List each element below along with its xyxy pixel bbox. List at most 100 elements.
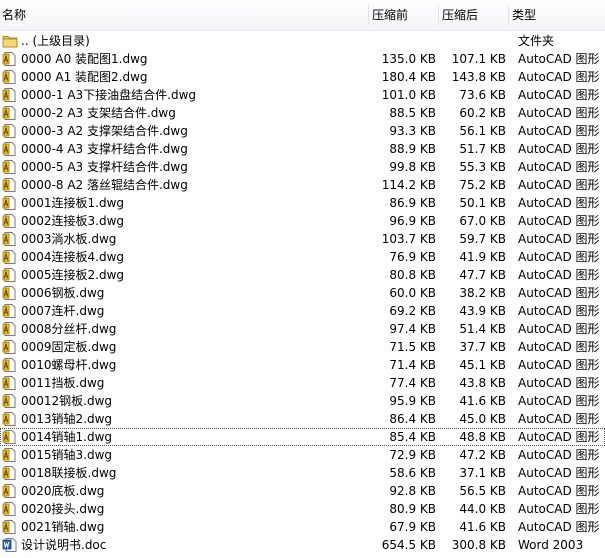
autocad-file-icon [2,375,18,391]
file-row[interactable]: 0001连接板1.dwg 86.9 KB 50.1 KB AutoCAD 图形 [0,194,605,212]
file-compressed-size: 88.9 KB [389,142,436,156]
file-compressed-size: 180.4 KB [381,70,436,84]
file-row[interactable]: 0004连接板4.dwg 76.9 KB 41.9 KB AutoCAD 图形 [0,248,605,266]
file-row[interactable]: 0000-2 A3 支架结合件.dwg 88.5 KB 60.2 KB AutoCAD… [0,104,605,122]
file-row[interactable]: 0009固定板.dwg 71.5 KB 37.7 KB AutoCAD 图形 [0,338,605,356]
file-size: 75.2 KB [459,178,506,192]
file-row[interactable]: 0000-3 A2 支撑架结合件.dwg 93.3 KB 56.1 KB AutoCA… [0,122,605,140]
file-compressed-size: 58.6 KB [389,466,436,480]
file-size: 47.2 KB [459,448,506,462]
file-size: 41.6 KB [459,520,506,534]
file-type: AutoCAD 图形 [518,178,600,192]
file-row[interactable]: 设计说明书.doc 654.5 KB 300.8 KB Word 2003 [0,536,605,554]
file-name: 0000-8 A2 落丝辊结合件.dwg [21,178,188,192]
column-header-type[interactable]: 类型 [507,0,536,30]
file-type: AutoCAD 图形 [518,88,600,102]
file-row[interactable]: 0018联接板.dwg 58.6 KB 37.1 KB AutoCAD 图形 [0,464,605,482]
file-compressed-size: 135.0 KB [381,52,436,66]
file-row[interactable]: 0011挡板.dwg 77.4 KB 43.8 KB AutoCAD 图形 [0,374,605,392]
column-header-name[interactable]: 名称 [2,0,26,30]
file-row[interactable]: 0010螺母杆.dwg 71.4 KB 45.1 KB AutoCAD 图形 [0,356,605,374]
file-name: 0009固定板.dwg [21,340,117,354]
file-name: 0000-2 A3 支架结合件.dwg [21,106,176,120]
file-compressed-size: 654.5 KB [381,538,436,552]
file-compressed-size: 103.7 KB [381,232,436,246]
file-type: AutoCAD 图形 [518,214,600,228]
file-size: 51.7 KB [459,142,506,156]
file-row[interactable]: 0002连接板3.dwg 96.9 KB 67.0 KB AutoCAD 图形 [0,212,605,230]
file-row[interactable]: 00012钢板.dwg 95.9 KB 41.6 KB AutoCAD 图形 [0,392,605,410]
file-row[interactable]: 0021销轴.dwg 67.9 KB 41.6 KB AutoCAD 图形 [0,518,605,536]
file-type: AutoCAD 图形 [518,286,600,300]
file-size: 43.8 KB [459,376,506,390]
file-row[interactable]: 0020接头.dwg 80.9 KB 44.0 KB AutoCAD 图形 [0,500,605,518]
file-name: 0010螺母杆.dwg [21,358,117,372]
file-type: AutoCAD 图形 [518,520,600,534]
file-compressed-size: 80.8 KB [389,268,436,282]
file-type: AutoCAD 图形 [518,448,600,462]
file-size: 55.3 KB [459,160,506,174]
file-name: 0003淌水板.dwg [21,232,117,246]
file-type: AutoCAD 图形 [518,322,600,336]
file-size: 41.9 KB [459,250,506,264]
autocad-file-icon [2,69,18,85]
file-row[interactable]: 0000-1 A3下接油盘结合件.dwg 101.0 KB 73.6 KB AutoC… [0,86,605,104]
file-size: 38.2 KB [459,286,506,300]
file-name: 0018联接板.dwg [21,466,117,480]
file-row[interactable]: 0013销轴2.dwg 86.4 KB 45.0 KB AutoCAD 图形 [0,410,605,428]
file-size: 60.2 KB [459,106,506,120]
file-row[interactable]: .. (上级目录) 文件夹 [0,32,605,50]
file-name: 0000-5 A3 支撑杆结合件.dwg [21,160,188,174]
file-size: 45.1 KB [459,358,506,372]
file-name: 0007连杆.dwg [21,304,105,318]
file-name: 0020接头.dwg [21,502,105,516]
file-type: AutoCAD 图形 [518,124,600,138]
file-row[interactable]: 0000 A1 装配图2.dwg 180.4 KB 143.8 KB AutoCAD … [0,68,605,86]
file-row[interactable]: 0007连杆.dwg 69.2 KB 43.9 KB AutoCAD 图形 [0,302,605,320]
file-name: 0000-4 A3 支撑杆结合件.dwg [21,142,188,156]
column-header-size[interactable]: 压缩后 [437,0,478,30]
file-size: 45.0 KB [459,412,506,426]
file-compressed-size: 93.3 KB [389,124,436,138]
file-row[interactable]: 0015销轴3.dwg 72.9 KB 47.2 KB AutoCAD 图形 [0,446,605,464]
column-header-compressed[interactable]: 压缩前 [367,0,408,30]
autocad-file-icon [2,159,18,175]
autocad-file-icon [2,465,18,481]
file-row[interactable]: 0000 A0 装配图1.dwg 135.0 KB 107.1 KB AutoCAD … [0,50,605,68]
autocad-file-icon [2,231,18,247]
autocad-file-icon [2,141,18,157]
file-row[interactable]: 0020底板.dwg 92.8 KB 56.5 KB AutoCAD 图形 [0,482,605,500]
file-name: .. (上级目录) [21,34,90,48]
file-row[interactable]: 0000-5 A3 支撑杆结合件.dwg 99.8 KB 55.3 KB AutoCA… [0,158,605,176]
file-row[interactable]: 0003淌水板.dwg 103.7 KB 59.7 KB AutoCAD 图形 [0,230,605,248]
autocad-file-icon [2,321,18,337]
file-size: 41.6 KB [459,394,506,408]
autocad-file-icon [2,411,18,427]
file-name: 0021销轴.dwg [21,520,105,534]
autocad-file-icon [2,303,18,319]
file-size: 37.7 KB [459,340,506,354]
file-size: 59.7 KB [459,232,506,246]
file-type: AutoCAD 图形 [518,484,600,498]
file-compressed-size: 60.0 KB [389,286,436,300]
file-row[interactable]: 0008分丝杆.dwg 97.4 KB 51.4 KB AutoCAD 图形 [0,320,605,338]
file-name: 0001连接板1.dwg [21,196,125,210]
file-type: AutoCAD 图形 [518,376,600,390]
file-name: 0015销轴3.dwg [21,448,113,462]
file-row[interactable]: 0000-8 A2 落丝辊结合件.dwg 114.2 KB 75.2 KB AutoC… [0,176,605,194]
file-type: AutoCAD 图形 [518,502,600,516]
autocad-file-icon [2,339,18,355]
file-row[interactable]: 0014销轴1.dwg 85.4 KB 48.8 KB AutoCAD 图形 [0,428,605,446]
autocad-file-icon [2,519,18,535]
file-row[interactable]: 0005连接板2.dwg 80.8 KB 47.7 KB AutoCAD 图形 [0,266,605,284]
autocad-file-icon [2,195,18,211]
file-compressed-size: 71.4 KB [389,358,436,372]
file-row[interactable]: 0006钢板.dwg 60.0 KB 38.2 KB AutoCAD 图形 [0,284,605,302]
file-row[interactable]: 0000-4 A3 支撑杆结合件.dwg 88.9 KB 51.7 KB AutoCA… [0,140,605,158]
autocad-file-icon [2,87,18,103]
file-type: AutoCAD 图形 [518,268,600,282]
file-type: AutoCAD 图形 [518,106,600,120]
file-type: AutoCAD 图形 [518,304,600,318]
file-name: 0005连接板2.dwg [21,268,125,282]
file-name: 0008分丝杆.dwg [21,322,117,336]
